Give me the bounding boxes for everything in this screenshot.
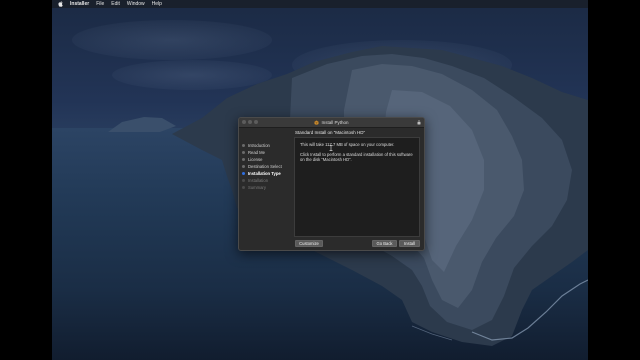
step-dot <box>242 186 245 189</box>
window-title: Install Python <box>314 120 349 125</box>
zoom-button[interactable] <box>254 120 258 124</box>
step-label: Introduction <box>248 143 270 148</box>
customize-button[interactable]: Customize <box>295 240 323 247</box>
step-label: Summary <box>248 185 266 190</box>
installer-window: Install Python Introduction Read Me Lice… <box>238 117 425 251</box>
step-label: Destination Select <box>248 164 282 169</box>
install-button[interactable]: Install <box>399 240 420 247</box>
go-back-button[interactable]: Go Back <box>372 240 397 247</box>
menu-help[interactable]: Help <box>152 1 162 7</box>
pane-heading: Standard Install on “Macintosh HD” <box>295 130 366 135</box>
space-required-text: This will take 117.7 MB of space on your… <box>300 142 395 147</box>
step-label: License <box>248 157 263 162</box>
step-installation: Installation <box>242 177 292 184</box>
close-button[interactable] <box>242 120 246 124</box>
package-icon <box>314 120 320 125</box>
install-instructions-text: Click Install to perform a standard inst… <box>300 152 413 162</box>
step-label: Installation Type <box>248 171 281 176</box>
step-dot <box>242 144 245 147</box>
menu-bar: Installer File Edit Window Help <box>52 0 588 8</box>
menu-window[interactable]: Window <box>127 1 145 7</box>
step-destination-select: Destination Select <box>242 163 292 170</box>
apple-icon[interactable] <box>58 1 63 7</box>
minimize-button[interactable] <box>248 120 252 124</box>
step-dot <box>242 158 245 161</box>
step-label: Installation <box>248 178 269 183</box>
step-installation-type: Installation Type <box>242 170 292 177</box>
steps-sidebar: Introduction Read Me License Destination… <box>242 142 292 191</box>
menu-app-name[interactable]: Installer <box>70 1 89 7</box>
menu-file[interactable]: File <box>96 1 104 7</box>
step-dot-current <box>242 172 245 175</box>
window-controls <box>242 120 258 124</box>
step-introduction: Introduction <box>242 142 292 149</box>
window-title-text: Install Python <box>321 120 349 125</box>
step-license: License <box>242 156 292 163</box>
step-dot <box>242 151 245 154</box>
step-dot <box>242 179 245 182</box>
step-label: Read Me <box>248 150 265 155</box>
text-cursor-icon <box>329 145 333 151</box>
lock-icon[interactable] <box>417 120 421 125</box>
step-summary: Summary <box>242 184 292 191</box>
title-bar[interactable]: Install Python <box>239 118 424 128</box>
step-dot <box>242 165 245 168</box>
menu-edit[interactable]: Edit <box>111 1 120 7</box>
content-pane: This will take 117.7 MB of space on your… <box>294 137 420 237</box>
step-read-me: Read Me <box>242 149 292 156</box>
